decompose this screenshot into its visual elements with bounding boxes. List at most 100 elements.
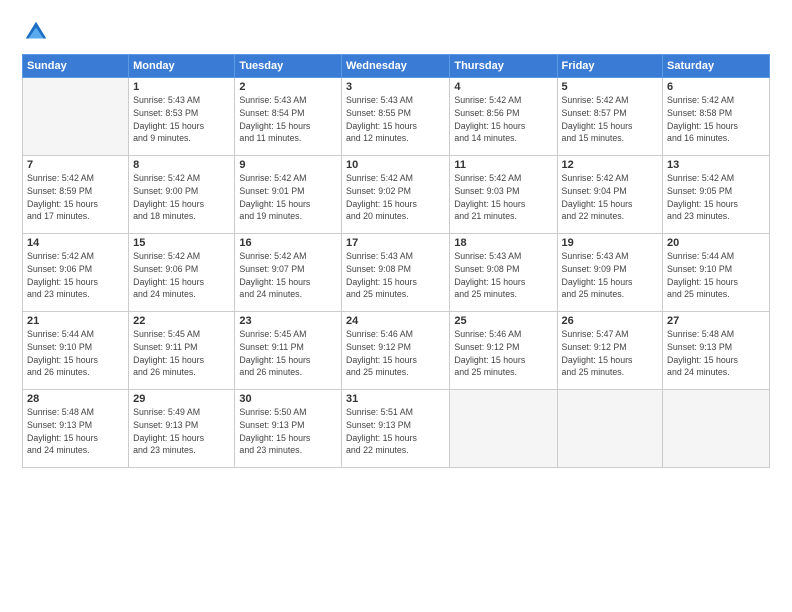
day-info: Sunrise: 5:47 AM Sunset: 9:12 PM Dayligh… xyxy=(562,328,659,379)
calendar-cell xyxy=(663,390,770,468)
day-info: Sunrise: 5:43 AM Sunset: 9:09 PM Dayligh… xyxy=(562,250,659,301)
header xyxy=(22,18,770,46)
header-day: Wednesday xyxy=(341,55,449,78)
day-info: Sunrise: 5:50 AM Sunset: 9:13 PM Dayligh… xyxy=(239,406,337,457)
calendar-cell: 21Sunrise: 5:44 AM Sunset: 9:10 PM Dayli… xyxy=(23,312,129,390)
header-row: SundayMondayTuesdayWednesdayThursdayFrid… xyxy=(23,55,770,78)
day-info: Sunrise: 5:42 AM Sunset: 9:06 PM Dayligh… xyxy=(27,250,124,301)
day-number: 29 xyxy=(133,393,230,405)
day-info: Sunrise: 5:43 AM Sunset: 8:55 PM Dayligh… xyxy=(346,94,445,145)
calendar-cell: 23Sunrise: 5:45 AM Sunset: 9:11 PM Dayli… xyxy=(235,312,342,390)
day-info: Sunrise: 5:46 AM Sunset: 9:12 PM Dayligh… xyxy=(346,328,445,379)
day-info: Sunrise: 5:48 AM Sunset: 9:13 PM Dayligh… xyxy=(27,406,124,457)
day-number: 2 xyxy=(239,81,337,93)
day-number: 4 xyxy=(454,81,552,93)
day-info: Sunrise: 5:42 AM Sunset: 9:04 PM Dayligh… xyxy=(562,172,659,223)
day-number: 7 xyxy=(27,159,124,171)
day-number: 6 xyxy=(667,81,765,93)
day-number: 30 xyxy=(239,393,337,405)
calendar-cell: 1Sunrise: 5:43 AM Sunset: 8:53 PM Daylig… xyxy=(129,78,235,156)
day-info: Sunrise: 5:48 AM Sunset: 9:13 PM Dayligh… xyxy=(667,328,765,379)
day-number: 3 xyxy=(346,81,445,93)
calendar-cell: 14Sunrise: 5:42 AM Sunset: 9:06 PM Dayli… xyxy=(23,234,129,312)
day-number: 1 xyxy=(133,81,230,93)
day-number: 23 xyxy=(239,315,337,327)
calendar-cell: 12Sunrise: 5:42 AM Sunset: 9:04 PM Dayli… xyxy=(557,156,663,234)
calendar-week: 1Sunrise: 5:43 AM Sunset: 8:53 PM Daylig… xyxy=(23,78,770,156)
day-number: 13 xyxy=(667,159,765,171)
day-number: 20 xyxy=(667,237,765,249)
day-info: Sunrise: 5:46 AM Sunset: 9:12 PM Dayligh… xyxy=(454,328,552,379)
day-info: Sunrise: 5:42 AM Sunset: 8:58 PM Dayligh… xyxy=(667,94,765,145)
header-day: Sunday xyxy=(23,55,129,78)
calendar-cell: 29Sunrise: 5:49 AM Sunset: 9:13 PM Dayli… xyxy=(129,390,235,468)
day-info: Sunrise: 5:42 AM Sunset: 9:02 PM Dayligh… xyxy=(346,172,445,223)
calendar-cell: 28Sunrise: 5:48 AM Sunset: 9:13 PM Dayli… xyxy=(23,390,129,468)
day-number: 24 xyxy=(346,315,445,327)
day-number: 28 xyxy=(27,393,124,405)
calendar-cell: 20Sunrise: 5:44 AM Sunset: 9:10 PM Dayli… xyxy=(663,234,770,312)
calendar-table: SundayMondayTuesdayWednesdayThursdayFrid… xyxy=(22,54,770,468)
calendar-cell: 11Sunrise: 5:42 AM Sunset: 9:03 PM Dayli… xyxy=(450,156,557,234)
calendar-cell: 10Sunrise: 5:42 AM Sunset: 9:02 PM Dayli… xyxy=(341,156,449,234)
calendar-cell xyxy=(23,78,129,156)
day-info: Sunrise: 5:42 AM Sunset: 8:57 PM Dayligh… xyxy=(562,94,659,145)
day-number: 9 xyxy=(239,159,337,171)
day-number: 14 xyxy=(27,237,124,249)
calendar-cell: 18Sunrise: 5:43 AM Sunset: 9:08 PM Dayli… xyxy=(450,234,557,312)
calendar-cell: 15Sunrise: 5:42 AM Sunset: 9:06 PM Dayli… xyxy=(129,234,235,312)
calendar-week: 21Sunrise: 5:44 AM Sunset: 9:10 PM Dayli… xyxy=(23,312,770,390)
header-day: Monday xyxy=(129,55,235,78)
logo xyxy=(22,18,54,46)
calendar-cell: 8Sunrise: 5:42 AM Sunset: 9:00 PM Daylig… xyxy=(129,156,235,234)
day-number: 10 xyxy=(346,159,445,171)
day-number: 27 xyxy=(667,315,765,327)
calendar-cell: 31Sunrise: 5:51 AM Sunset: 9:13 PM Dayli… xyxy=(341,390,449,468)
calendar-cell xyxy=(450,390,557,468)
day-number: 22 xyxy=(133,315,230,327)
calendar-week: 7Sunrise: 5:42 AM Sunset: 8:59 PM Daylig… xyxy=(23,156,770,234)
day-number: 19 xyxy=(562,237,659,249)
day-info: Sunrise: 5:45 AM Sunset: 9:11 PM Dayligh… xyxy=(133,328,230,379)
day-number: 25 xyxy=(454,315,552,327)
day-info: Sunrise: 5:49 AM Sunset: 9:13 PM Dayligh… xyxy=(133,406,230,457)
calendar-cell: 26Sunrise: 5:47 AM Sunset: 9:12 PM Dayli… xyxy=(557,312,663,390)
day-number: 11 xyxy=(454,159,552,171)
day-info: Sunrise: 5:45 AM Sunset: 9:11 PM Dayligh… xyxy=(239,328,337,379)
calendar-cell: 7Sunrise: 5:42 AM Sunset: 8:59 PM Daylig… xyxy=(23,156,129,234)
logo-icon xyxy=(22,18,50,46)
calendar-cell: 9Sunrise: 5:42 AM Sunset: 9:01 PM Daylig… xyxy=(235,156,342,234)
day-info: Sunrise: 5:42 AM Sunset: 8:56 PM Dayligh… xyxy=(454,94,552,145)
day-number: 21 xyxy=(27,315,124,327)
day-info: Sunrise: 5:42 AM Sunset: 9:07 PM Dayligh… xyxy=(239,250,337,301)
day-info: Sunrise: 5:51 AM Sunset: 9:13 PM Dayligh… xyxy=(346,406,445,457)
header-day: Saturday xyxy=(663,55,770,78)
day-number: 31 xyxy=(346,393,445,405)
day-info: Sunrise: 5:44 AM Sunset: 9:10 PM Dayligh… xyxy=(667,250,765,301)
day-info: Sunrise: 5:42 AM Sunset: 9:06 PM Dayligh… xyxy=(133,250,230,301)
page: SundayMondayTuesdayWednesdayThursdayFrid… xyxy=(0,0,792,612)
calendar-cell: 30Sunrise: 5:50 AM Sunset: 9:13 PM Dayli… xyxy=(235,390,342,468)
day-number: 17 xyxy=(346,237,445,249)
day-info: Sunrise: 5:42 AM Sunset: 9:05 PM Dayligh… xyxy=(667,172,765,223)
calendar-cell: 27Sunrise: 5:48 AM Sunset: 9:13 PM Dayli… xyxy=(663,312,770,390)
day-number: 15 xyxy=(133,237,230,249)
calendar-cell: 4Sunrise: 5:42 AM Sunset: 8:56 PM Daylig… xyxy=(450,78,557,156)
day-info: Sunrise: 5:42 AM Sunset: 8:59 PM Dayligh… xyxy=(27,172,124,223)
header-day: Tuesday xyxy=(235,55,342,78)
day-info: Sunrise: 5:42 AM Sunset: 9:01 PM Dayligh… xyxy=(239,172,337,223)
calendar-week: 28Sunrise: 5:48 AM Sunset: 9:13 PM Dayli… xyxy=(23,390,770,468)
day-number: 16 xyxy=(239,237,337,249)
calendar-week: 14Sunrise: 5:42 AM Sunset: 9:06 PM Dayli… xyxy=(23,234,770,312)
calendar-cell: 2Sunrise: 5:43 AM Sunset: 8:54 PM Daylig… xyxy=(235,78,342,156)
day-number: 8 xyxy=(133,159,230,171)
day-number: 26 xyxy=(562,315,659,327)
day-info: Sunrise: 5:43 AM Sunset: 8:53 PM Dayligh… xyxy=(133,94,230,145)
calendar-cell: 13Sunrise: 5:42 AM Sunset: 9:05 PM Dayli… xyxy=(663,156,770,234)
day-info: Sunrise: 5:43 AM Sunset: 9:08 PM Dayligh… xyxy=(454,250,552,301)
day-info: Sunrise: 5:43 AM Sunset: 8:54 PM Dayligh… xyxy=(239,94,337,145)
day-number: 5 xyxy=(562,81,659,93)
calendar-cell: 5Sunrise: 5:42 AM Sunset: 8:57 PM Daylig… xyxy=(557,78,663,156)
calendar-cell: 17Sunrise: 5:43 AM Sunset: 9:08 PM Dayli… xyxy=(341,234,449,312)
header-day: Friday xyxy=(557,55,663,78)
